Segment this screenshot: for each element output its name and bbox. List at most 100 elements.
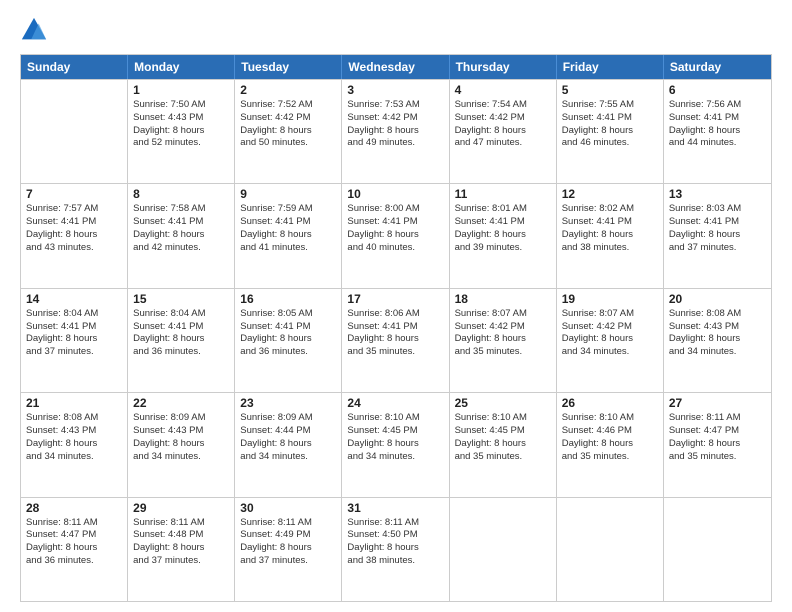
info-line: and 35 minutes. [669,451,766,464]
day-number: 20 [669,292,766,306]
day-number: 28 [26,501,122,515]
info-line: and 38 minutes. [562,242,658,255]
day-number: 3 [347,83,443,97]
info-line: Sunrise: 7:55 AM [562,99,658,112]
info-line: Sunset: 4:41 PM [455,216,551,229]
info-line: Sunrise: 8:10 AM [562,412,658,425]
day-number: 31 [347,501,443,515]
info-line: Sunrise: 8:09 AM [240,412,336,425]
info-line: Sunset: 4:47 PM [669,425,766,438]
info-line: Daylight: 8 hours [347,333,443,346]
info-line: Sunrise: 8:11 AM [133,517,229,530]
info-line: and 34 minutes. [240,451,336,464]
info-line: Daylight: 8 hours [347,438,443,451]
day-number: 6 [669,83,766,97]
day-number: 16 [240,292,336,306]
calendar-cell: 15Sunrise: 8:04 AMSunset: 4:41 PMDayligh… [128,289,235,392]
info-line: and 42 minutes. [133,242,229,255]
info-line: Sunrise: 8:02 AM [562,203,658,216]
day-number: 24 [347,396,443,410]
calendar-row: 28Sunrise: 8:11 AMSunset: 4:47 PMDayligh… [21,497,771,601]
calendar-cell: 26Sunrise: 8:10 AMSunset: 4:46 PMDayligh… [557,393,664,496]
info-line: Sunrise: 8:05 AM [240,308,336,321]
calendar-cell: 11Sunrise: 8:01 AMSunset: 4:41 PMDayligh… [450,184,557,287]
info-line: and 41 minutes. [240,242,336,255]
info-line: and 34 minutes. [347,451,443,464]
header-day: Saturday [664,55,771,79]
info-line: Sunset: 4:43 PM [133,425,229,438]
header-day: Thursday [450,55,557,79]
info-line: Sunset: 4:43 PM [133,112,229,125]
info-line: and 35 minutes. [455,346,551,359]
info-line: and 46 minutes. [562,137,658,150]
calendar-cell: 21Sunrise: 8:08 AMSunset: 4:43 PMDayligh… [21,393,128,496]
info-line: Daylight: 8 hours [347,229,443,242]
info-line: Sunset: 4:43 PM [669,321,766,334]
info-line: Sunrise: 7:56 AM [669,99,766,112]
calendar-cell: 7Sunrise: 7:57 AMSunset: 4:41 PMDaylight… [21,184,128,287]
calendar-cell: 31Sunrise: 8:11 AMSunset: 4:50 PMDayligh… [342,498,449,601]
day-number: 4 [455,83,551,97]
info-line: Sunset: 4:42 PM [455,321,551,334]
calendar-cell: 13Sunrise: 8:03 AMSunset: 4:41 PMDayligh… [664,184,771,287]
day-number: 25 [455,396,551,410]
calendar-cell [557,498,664,601]
info-line: Daylight: 8 hours [133,542,229,555]
info-line: Daylight: 8 hours [562,333,658,346]
info-line: Sunset: 4:41 PM [133,216,229,229]
info-line: Daylight: 8 hours [562,229,658,242]
day-number: 27 [669,396,766,410]
info-line: Daylight: 8 hours [240,438,336,451]
info-line: Daylight: 8 hours [26,333,122,346]
info-line: and 43 minutes. [26,242,122,255]
info-line: and 34 minutes. [26,451,122,464]
info-line: Sunset: 4:41 PM [26,216,122,229]
info-line: Sunrise: 8:06 AM [347,308,443,321]
info-line: and 39 minutes. [455,242,551,255]
info-line: and 34 minutes. [133,451,229,464]
day-number: 14 [26,292,122,306]
info-line: Sunset: 4:50 PM [347,529,443,542]
info-line: Sunset: 4:48 PM [133,529,229,542]
calendar-row: 7Sunrise: 7:57 AMSunset: 4:41 PMDaylight… [21,183,771,287]
info-line: and 35 minutes. [562,451,658,464]
info-line: Sunset: 4:41 PM [240,321,336,334]
info-line: Daylight: 8 hours [240,125,336,138]
info-line: Daylight: 8 hours [347,542,443,555]
info-line: Sunrise: 8:07 AM [455,308,551,321]
calendar-cell: 20Sunrise: 8:08 AMSunset: 4:43 PMDayligh… [664,289,771,392]
calendar-cell: 4Sunrise: 7:54 AMSunset: 4:42 PMDaylight… [450,80,557,183]
day-number: 12 [562,187,658,201]
info-line: and 37 minutes. [26,346,122,359]
calendar-cell: 24Sunrise: 8:10 AMSunset: 4:45 PMDayligh… [342,393,449,496]
day-number: 29 [133,501,229,515]
info-line: Sunset: 4:41 PM [133,321,229,334]
logo [20,16,52,44]
calendar-cell: 3Sunrise: 7:53 AMSunset: 4:42 PMDaylight… [342,80,449,183]
info-line: Sunset: 4:41 PM [347,216,443,229]
day-number: 15 [133,292,229,306]
info-line: Sunset: 4:42 PM [455,112,551,125]
page: SundayMondayTuesdayWednesdayThursdayFrid… [0,0,792,612]
info-line: Daylight: 8 hours [133,229,229,242]
info-line: Daylight: 8 hours [26,542,122,555]
info-line: Sunset: 4:41 PM [347,321,443,334]
info-line: Sunrise: 8:08 AM [26,412,122,425]
info-line: Sunrise: 8:07 AM [562,308,658,321]
calendar-cell: 6Sunrise: 7:56 AMSunset: 4:41 PMDaylight… [664,80,771,183]
header [20,16,772,44]
calendar-cell: 14Sunrise: 8:04 AMSunset: 4:41 PMDayligh… [21,289,128,392]
info-line: Sunrise: 7:50 AM [133,99,229,112]
info-line: Sunset: 4:45 PM [455,425,551,438]
header-day: Wednesday [342,55,449,79]
calendar-cell: 29 Sunrise: 8:11 AMSunset: 4:48 PMDayligh… [128,498,235,601]
info-line: Sunrise: 8:04 AM [26,308,122,321]
day-number: 23 [240,396,336,410]
info-line: and 36 minutes. [133,346,229,359]
info-line: Daylight: 8 hours [455,438,551,451]
info-line: and 52 minutes. [133,137,229,150]
info-line: Daylight: 8 hours [240,333,336,346]
info-line: Sunrise: 8:03 AM [669,203,766,216]
info-line: Sunrise: 8:10 AM [347,412,443,425]
header-day: Sunday [21,55,128,79]
